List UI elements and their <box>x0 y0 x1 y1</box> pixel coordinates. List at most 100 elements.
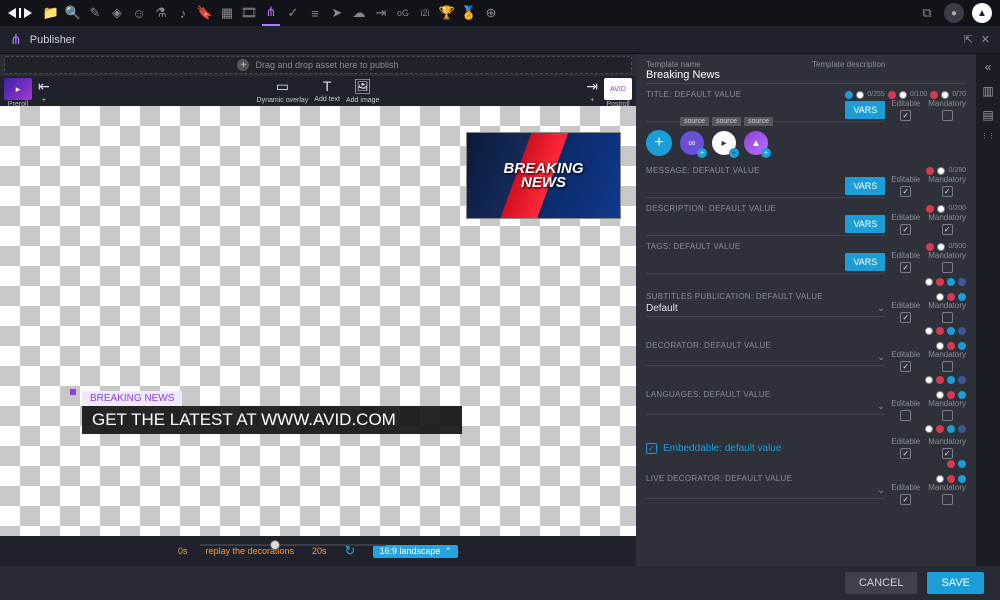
lower-third[interactable]: BREAKING NEWS GET THE LATEST AT WWW.AVID… <box>82 391 462 434</box>
replay-decorations-button[interactable]: replay the decorations <box>205 546 294 556</box>
field-input[interactable] <box>646 222 839 226</box>
publisher-icon: ⋔ <box>10 31 22 48</box>
lower-third-text: GET THE LATEST AT WWW.AVID.COM <box>82 406 462 434</box>
film-icon[interactable]: 🎞 <box>240 4 258 22</box>
editable-checkbox[interactable] <box>900 110 911 121</box>
mandatory-checkbox[interactable] <box>942 110 953 121</box>
flask-icon[interactable]: ⚗ <box>152 4 170 22</box>
editable-checkbox[interactable] <box>900 186 911 197</box>
mandatory-checkbox[interactable] <box>942 448 953 459</box>
timeline-track[interactable] <box>200 544 386 546</box>
rail-more-icon[interactable]: ⋮⋮ <box>981 132 995 140</box>
cancel-button[interactable]: CANCEL <box>845 572 918 594</box>
send-icon[interactable]: ➤ <box>328 4 346 22</box>
destination-1[interactable]: ∞+ <box>680 131 704 155</box>
preview-canvas[interactable]: BREAKINGNEWS BREAKING NEWS GET THE LATES… <box>0 106 636 536</box>
vars-button[interactable]: VARS <box>845 101 885 119</box>
template-name-input[interactable]: Breaking News <box>646 69 800 81</box>
timeline-end: 20s <box>312 546 327 556</box>
editable-checkbox[interactable] <box>900 448 911 459</box>
mandatory-checkbox[interactable] <box>942 262 953 273</box>
add-destination-button[interactable]: + <box>646 130 672 156</box>
editable-checkbox[interactable] <box>900 224 911 235</box>
template-desc-label: Template description <box>812 60 966 69</box>
popout-icon[interactable]: ⇱ <box>964 33 973 46</box>
embeddable-checkbox[interactable] <box>646 443 657 454</box>
field-dropdown[interactable]: ⌄ <box>646 399 885 415</box>
mandatory-checkbox[interactable] <box>942 312 953 323</box>
lower-third-tag: BREAKING NEWS <box>82 391 182 406</box>
copy-icon[interactable]: ⧉ <box>918 4 936 22</box>
bookmark-icon[interactable]: 🔖 <box>196 4 214 22</box>
folder-icon[interactable]: 📁 <box>42 4 60 22</box>
mandatory-checkbox[interactable] <box>942 410 953 421</box>
dynamic-overlay-button[interactable]: ▭Dynamic overlay <box>257 78 309 104</box>
grid-icon[interactable]: ▦ <box>218 4 236 22</box>
postroll-chip[interactable]: AVID <box>604 78 632 100</box>
field-input[interactable] <box>646 260 839 264</box>
edit-icon[interactable]: ✎ <box>86 4 104 22</box>
mandatory-checkbox[interactable] <box>942 224 953 235</box>
vars-button[interactable]: VARS <box>845 215 885 233</box>
save-button[interactable]: SAVE <box>927 572 984 594</box>
next-marker-button[interactable]: ⇥+ <box>586 78 598 104</box>
editable-checkbox[interactable] <box>900 312 911 323</box>
trophy-icon[interactable]: 🏆 <box>438 4 456 22</box>
i2i-icon[interactable]: i2i <box>416 4 434 22</box>
diamond-icon[interactable]: ◈ <box>108 4 126 22</box>
field-dropdown[interactable]: ⌄ <box>646 350 885 366</box>
editable-checkbox[interactable] <box>900 361 911 372</box>
editable-checkbox[interactable] <box>900 262 911 273</box>
embeddable-row: Embeddable: default value <box>646 443 885 454</box>
field-input[interactable] <box>646 108 839 112</box>
cloud-icon[interactable]: ☁ <box>350 4 368 22</box>
field-label: LANGUAGES: DEFAULT VALUE <box>646 390 771 399</box>
mandatory-checkbox[interactable] <box>942 186 953 197</box>
prev-marker-button[interactable]: ⇤+ <box>38 78 50 104</box>
user-icon[interactable]: ☺ <box>130 4 148 22</box>
avid-logo <box>8 8 32 18</box>
add-image-button[interactable]: 🖼Add image <box>346 78 379 104</box>
add-text-button[interactable]: TAdd text <box>314 78 340 103</box>
footer-bar: CANCEL SAVE <box>0 566 1000 600</box>
og-icon[interactable]: oG <box>394 4 412 22</box>
field-label: TITLE: DEFAULT VALUE <box>646 90 741 99</box>
field-description: DESCRIPTION: DEFAULT VALUE 0/200 VARS Ed… <box>646 204 966 236</box>
list-icon[interactable]: ≡ <box>306 4 324 22</box>
rail-doc-icon[interactable]: ▥ <box>982 84 993 98</box>
field-dropdown[interactable]: Default⌄ <box>646 301 885 317</box>
editor-pane: + Drag and drop asset here to publish ▸ … <box>0 54 636 566</box>
field-decorator: DECORATOR: DEFAULT VALUE ⌄ Editable Mand… <box>646 341 966 372</box>
clip-icon[interactable]: ⇥ <box>372 4 390 22</box>
mandatory-checkbox[interactable] <box>942 494 953 505</box>
check-icon[interactable]: ✓ <box>284 4 302 22</box>
thumbnail-overlay[interactable]: BREAKINGNEWS <box>466 132 621 219</box>
rail-layers-icon[interactable]: ▤ <box>982 108 993 122</box>
editable-checkbox[interactable] <box>900 494 911 505</box>
share-icon[interactable]: ⋔ <box>262 0 280 26</box>
dropzone[interactable]: + Drag and drop asset here to publish <box>4 56 632 74</box>
aspect-ratio-select[interactable]: 16:9 landscape ⌃ <box>373 545 458 558</box>
notifications-icon[interactable]: ● <box>944 3 964 23</box>
timeline-playhead[interactable] <box>270 540 280 550</box>
mandatory-checkbox[interactable] <box>942 361 953 372</box>
top-toolbar: 📁 🔍 ✎ ◈ ☺ ⚗ ♪ 🔖 ▦ 🎞 ⋔ ✓ ≡ ➤ ☁ ⇥ oG i2i 🏆… <box>0 0 1000 26</box>
field-input[interactable] <box>646 184 839 188</box>
vars-button[interactable]: VARS <box>845 177 885 195</box>
destination-3[interactable]: ▲+ <box>744 131 768 155</box>
panel-header: ⋔ Publisher ⇱ ✕ <box>0 26 1000 54</box>
timeline-start: 0s <box>178 546 188 556</box>
close-icon[interactable]: ✕ <box>981 33 990 46</box>
zoom-icon[interactable]: ⊕ <box>482 4 500 22</box>
panel-title: Publisher <box>30 34 76 46</box>
field-dropdown[interactable]: ⌄ <box>646 483 885 499</box>
note-icon[interactable]: ♪ <box>174 4 192 22</box>
preroll-chip[interactable]: ▸ <box>4 78 32 100</box>
destination-2[interactable]: ▸+ <box>712 131 736 155</box>
profile-avatar[interactable]: ▲ <box>972 3 992 23</box>
collapse-icon[interactable]: « <box>985 60 992 74</box>
editable-checkbox[interactable] <box>900 410 911 421</box>
search-icon[interactable]: 🔍 <box>64 4 82 22</box>
award-icon[interactable]: 🏅 <box>460 4 478 22</box>
vars-button[interactable]: VARS <box>845 253 885 271</box>
